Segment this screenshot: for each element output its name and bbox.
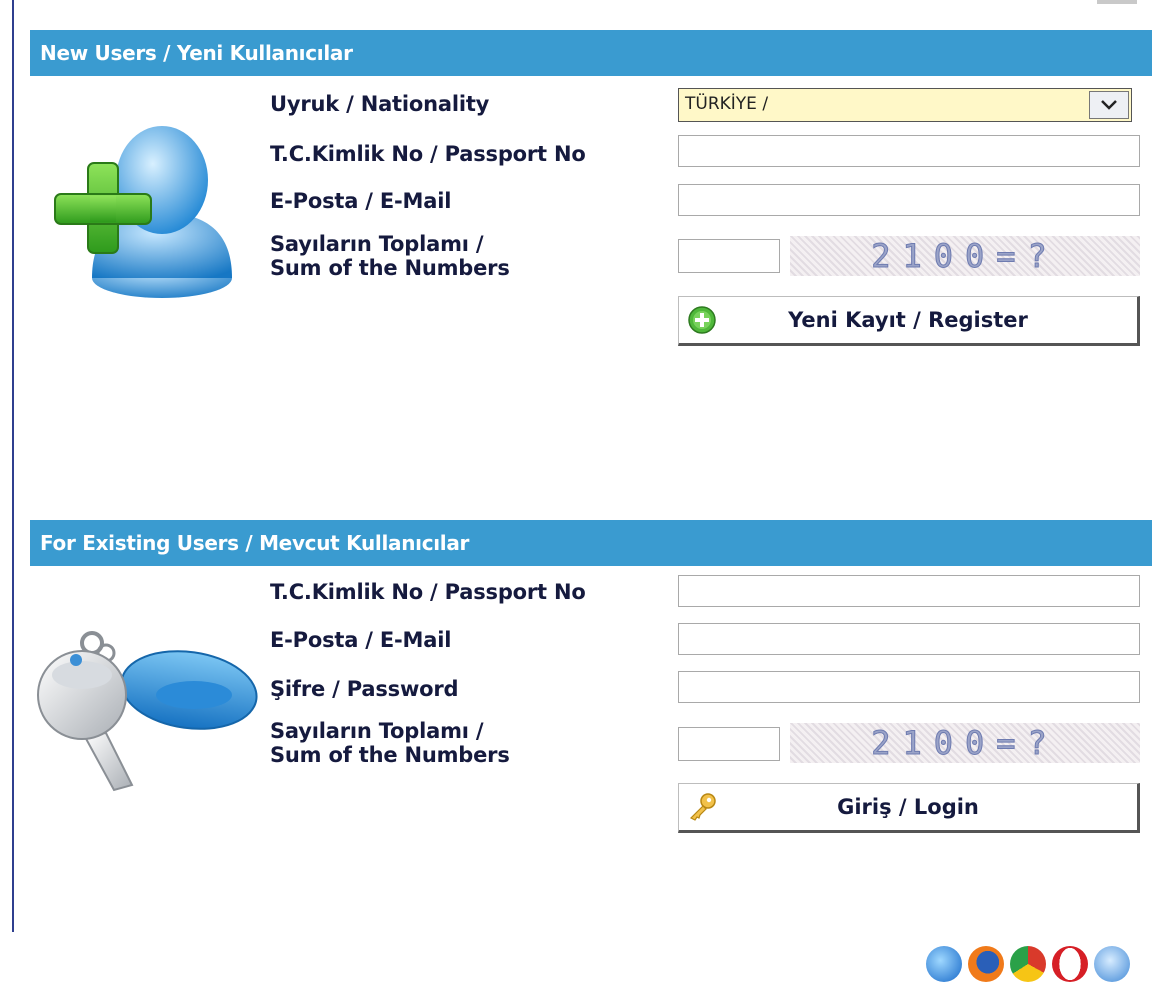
existing-email-input[interactable]	[678, 623, 1140, 655]
new-captcha-text: 2100=?	[871, 237, 1059, 276]
password-input[interactable]	[678, 671, 1140, 703]
new-users-header: New Users / Yeni Kullanıcılar	[30, 30, 1152, 76]
new-sum-label-line1: Sayıların Toplamı /	[270, 232, 484, 256]
new-sum-label-line2: Sum of the Numbers	[270, 256, 510, 280]
register-button[interactable]: Yeni Kayıt / Register	[678, 296, 1140, 346]
login-button-label: Giriş / Login	[837, 795, 979, 819]
existing-captcha-text: 2100=?	[871, 724, 1059, 763]
chrome-icon[interactable]	[1010, 946, 1046, 982]
supported-browsers	[926, 946, 1130, 986]
existing-id-label: T.C.Kimlik No / Passport No	[270, 580, 586, 604]
nationality-selected-value: TÜRKİYE /	[685, 94, 769, 114]
key-icon	[37, 631, 258, 792]
new-email-label: E-Posta / E-Mail	[270, 189, 452, 213]
plus-circle-icon	[688, 306, 716, 334]
opera-icon[interactable]	[1052, 946, 1088, 982]
existing-captcha-input[interactable]	[678, 727, 780, 761]
register-button-label: Yeni Kayıt / Register	[788, 308, 1028, 332]
existing-users-header: For Existing Users / Mevcut Kullanıcılar	[30, 520, 1152, 566]
internet-explorer-icon[interactable]	[926, 946, 962, 982]
add-user-icon	[54, 126, 232, 298]
nationality-label: Uyruk / Nationality	[270, 92, 490, 116]
new-id-input[interactable]	[678, 135, 1140, 167]
existing-id-input[interactable]	[678, 575, 1140, 607]
key-icon	[689, 793, 716, 821]
safari-icon[interactable]	[1094, 946, 1130, 982]
nationality-select[interactable]: TÜRKİYE /	[678, 88, 1132, 122]
existing-sum-label-line1: Sayıların Toplamı /	[270, 719, 484, 743]
new-email-input[interactable]	[678, 184, 1140, 216]
left-border-line	[12, 0, 14, 932]
new-captcha-input[interactable]	[678, 239, 780, 273]
firefox-icon[interactable]	[968, 946, 1004, 982]
new-id-label: T.C.Kimlik No / Passport No	[270, 142, 586, 166]
existing-sum-label-line2: Sum of the Numbers	[270, 743, 510, 767]
existing-sum-label: Sayıların Toplamı / Sum of the Numbers	[270, 719, 510, 767]
new-sum-label: Sayıların Toplamı / Sum of the Numbers	[270, 232, 510, 280]
chevron-down-icon[interactable]	[1089, 91, 1129, 119]
existing-email-label: E-Posta / E-Mail	[270, 628, 452, 652]
login-button[interactable]: Giriş / Login	[678, 783, 1140, 833]
password-label: Şifre / Password	[270, 677, 459, 701]
new-captcha-image: 2100=?	[790, 236, 1140, 276]
existing-captcha-image: 2100=?	[790, 723, 1140, 763]
top-edge-tab	[1097, 0, 1137, 4]
